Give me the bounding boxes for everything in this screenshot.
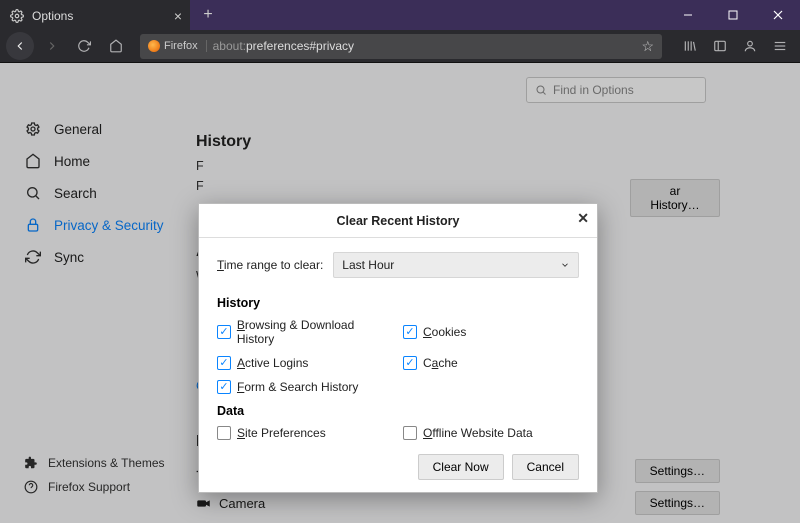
check-cache[interactable]: Cache xyxy=(403,356,579,370)
gear-icon xyxy=(10,9,24,23)
dialog-close-button[interactable]: ✕ xyxy=(577,210,589,227)
check-site-preferences[interactable]: Site Preferences xyxy=(217,426,393,440)
library-button[interactable] xyxy=(676,32,704,60)
app-menu-button[interactable] xyxy=(766,32,794,60)
check-form-history[interactable]: Form & Search History xyxy=(217,380,393,394)
bookmark-star-icon[interactable]: ☆ xyxy=(641,38,654,55)
check-active-logins[interactable]: Active Logins xyxy=(217,356,393,370)
forward-button[interactable] xyxy=(38,32,66,60)
check-cookies[interactable]: Cookies xyxy=(403,318,579,346)
dialog-header: Clear Recent History ✕ xyxy=(199,204,597,238)
new-tab-button[interactable]: + xyxy=(194,1,222,29)
checkbox-icon xyxy=(403,356,417,370)
chevron-down-icon xyxy=(560,260,570,270)
titlebar: Options × + xyxy=(0,0,800,30)
home-button[interactable] xyxy=(102,32,130,60)
cancel-button[interactable]: Cancel xyxy=(512,454,579,480)
url-bar[interactable]: Firefox about:preferences#privacy ☆ xyxy=(140,34,662,59)
sidebar-button[interactable] xyxy=(706,32,734,60)
browser-tab[interactable]: Options × xyxy=(0,0,190,30)
time-range-label: Time range to clear: xyxy=(217,258,323,272)
checkbox-icon xyxy=(217,356,231,370)
identity-box[interactable]: Firefox xyxy=(148,40,207,52)
navigation-toolbar: Firefox about:preferences#privacy ☆ xyxy=(0,30,800,63)
reload-button[interactable] xyxy=(70,32,98,60)
identity-label: Firefox xyxy=(164,40,198,52)
group-data-title: Data xyxy=(217,404,579,418)
maximize-button[interactable] xyxy=(710,0,755,30)
check-browsing-history[interactable]: Browsing & Download History xyxy=(217,318,393,346)
tab-title: Options xyxy=(32,9,166,23)
clear-history-dialog: Clear Recent History ✕ Time range to cle… xyxy=(198,203,598,493)
preferences-page: Find in Options General Home Search Priv… xyxy=(0,63,800,523)
clear-now-button[interactable]: Clear Now xyxy=(418,454,504,480)
window-controls xyxy=(665,0,800,30)
url-text: about:preferences#privacy xyxy=(213,39,354,53)
group-history-title: History xyxy=(217,296,579,310)
checkbox-icon xyxy=(217,325,231,339)
tab-close-icon[interactable]: × xyxy=(174,8,182,24)
checkbox-icon xyxy=(403,426,417,440)
time-range-select[interactable]: Last Hour xyxy=(333,252,579,278)
checkbox-icon xyxy=(403,325,417,339)
minimize-button[interactable] xyxy=(665,0,710,30)
checkbox-icon xyxy=(217,380,231,394)
window-close-button[interactable] xyxy=(755,0,800,30)
firefox-icon xyxy=(148,40,160,52)
checkbox-icon xyxy=(217,426,231,440)
time-range-value: Last Hour xyxy=(342,258,394,272)
dialog-title: Clear Recent History xyxy=(337,214,460,228)
back-button[interactable] xyxy=(6,32,34,60)
account-button[interactable] xyxy=(736,32,764,60)
check-offline-data[interactable]: Offline Website Data xyxy=(403,426,579,440)
